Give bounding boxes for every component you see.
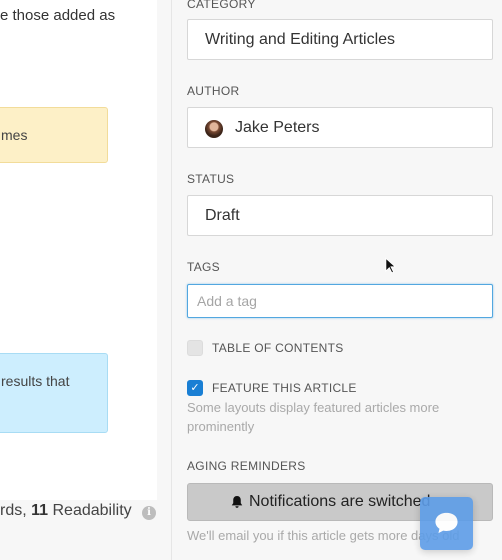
- chat-launcher-button[interactable]: [420, 497, 473, 550]
- aging-reminders-label: AGING REMINDERS: [187, 459, 306, 473]
- category-label: CATEGORY: [187, 0, 256, 11]
- table-of-contents-checkbox[interactable]: [187, 340, 203, 356]
- notifications-button-label: Notifications are switched: [249, 493, 431, 510]
- readability-score: 11: [31, 502, 49, 519]
- callout-warning: mes: [0, 107, 108, 163]
- author-name: Jake Peters: [235, 119, 320, 136]
- feature-article-help: Some layouts display featured articles m…: [187, 400, 440, 434]
- bell-icon: [231, 496, 243, 508]
- editor-paragraph: e those added as: [0, 7, 116, 24]
- author-select[interactable]: Jake Peters: [187, 107, 493, 148]
- status-label: STATUS: [187, 172, 235, 186]
- word-count-bar: rds, 11 Readability: [0, 502, 165, 526]
- article-editor[interactable]: e those added as mes results that: [0, 0, 157, 500]
- panel-divider: [171, 0, 172, 560]
- chat-bubble-icon: [435, 512, 458, 534]
- category-select[interactable]: Writing and Editing Articles: [187, 19, 493, 60]
- checkmark-icon: ✓: [190, 382, 200, 394]
- readability-label: Readability: [48, 502, 132, 519]
- table-of-contents-label[interactable]: TABLE OF CONTENTS: [212, 341, 344, 355]
- feature-article-checkbox[interactable]: ✓: [187, 380, 203, 396]
- mouse-pointer-icon: [385, 257, 397, 274]
- info-icon[interactable]: i: [142, 506, 156, 520]
- avatar: [205, 120, 223, 138]
- word-count-text: rds,: [0, 502, 32, 519]
- tags-label: TAGS: [187, 260, 220, 274]
- callout-info: results that: [0, 353, 108, 433]
- callout-warning-text: mes: [1, 127, 28, 143]
- author-label: AUTHOR: [187, 84, 240, 98]
- tags-input[interactable]: [187, 284, 493, 318]
- status-select[interactable]: Draft: [187, 195, 493, 236]
- callout-info-text: results that: [1, 373, 70, 389]
- feature-article-label[interactable]: FEATURE THIS ARTICLE: [212, 381, 357, 395]
